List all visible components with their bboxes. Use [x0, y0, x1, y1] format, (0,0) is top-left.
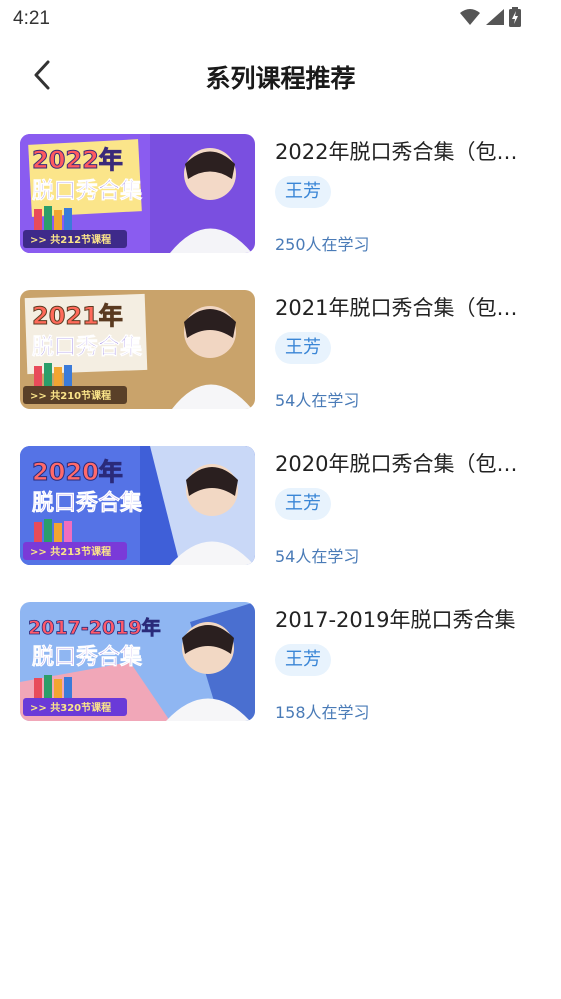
page-title: 系列课程推荐: [205, 64, 356, 93]
thumb-year: 2021年: [32, 302, 123, 330]
teacher-tag: 王芳: [275, 644, 331, 676]
status-bar: 4:21: [0, 0, 561, 38]
battery-icon: [509, 7, 521, 31]
thumb-lesson-count: >> 共210节课程: [30, 389, 111, 402]
teacher-tag: 王芳: [275, 488, 331, 520]
course-title: 2021年脱口秀合集（包含210节课程）: [275, 296, 535, 320]
teacher-tag: 王芳: [275, 332, 331, 364]
course-title: 2017-2019年脱口秀合集: [275, 608, 516, 632]
course-thumbnail: 2022年 脱口秀合集 >> 共212节课程: [20, 134, 255, 253]
thumb-subtitle: 脱口秀合集: [32, 490, 143, 516]
nav-bar: 系列课程推荐: [0, 48, 561, 106]
learners-count: 250人在学习: [275, 235, 370, 254]
course-item[interactable]: 2017-2019年 脱口秀合集 >> 共320节课程 2017-2019年脱口…: [0, 596, 561, 752]
thumb-year: 2017-2019年: [28, 616, 161, 639]
learners-count: 54人在学习: [275, 391, 360, 410]
course-thumbnail: 2017-2019年 脱口秀合集 >> 共320节课程: [20, 602, 255, 721]
learners-count: 158人在学习: [275, 703, 370, 722]
course-item[interactable]: 2020年 脱口秀合集 >> 共213节课程 2020年脱口秀合集（包含213节…: [0, 440, 561, 596]
thumb-lesson-count: >> 共213节课程: [30, 545, 111, 558]
course-thumbnail: 2020年 脱口秀合集 >> 共213节课程: [20, 446, 255, 565]
course-item[interactable]: 2022年 脱口秀合集 >> 共212节课程 2022年脱口秀合集（包含212节…: [0, 128, 561, 284]
thumb-lesson-count: >> 共320节课程: [30, 701, 111, 714]
course-thumbnail: 2021年 脱口秀合集 >> 共210节课程: [20, 290, 255, 409]
thumb-year: 2022年: [32, 146, 123, 174]
course-title: 2022年脱口秀合集（包含212节课程）: [275, 140, 535, 164]
thumb-subtitle: 脱口秀合集: [32, 334, 143, 360]
thumb-lesson-count: >> 共212节课程: [30, 233, 111, 246]
thumb-subtitle: 脱口秀合集: [32, 644, 143, 670]
status-icons: [459, 7, 521, 31]
course-item[interactable]: 2021年 脱口秀合集 >> 共210节课程 2021年脱口秀合集（包含210节…: [0, 284, 561, 440]
teacher-tag: 王芳: [275, 176, 331, 208]
thumb-subtitle: 脱口秀合集: [32, 178, 143, 204]
wifi-icon: [459, 8, 481, 30]
course-title: 2020年脱口秀合集（包含213节课程）: [275, 452, 535, 476]
thumb-year: 2020年: [32, 458, 123, 486]
learners-count: 54人在学习: [275, 547, 360, 566]
signal-icon: [485, 8, 505, 30]
course-list: 2022年 脱口秀合集 >> 共212节课程 2022年脱口秀合集（包含212节…: [0, 128, 561, 752]
status-time: 4:21: [13, 8, 50, 29]
